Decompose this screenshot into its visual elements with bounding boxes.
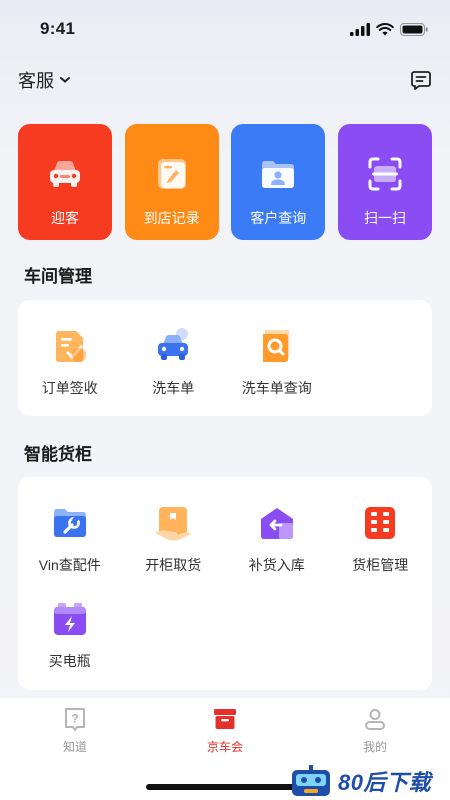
tab-label: 我的 (362, 740, 387, 754)
status-bar: 9:41 (0, 0, 450, 58)
battery-icon (50, 599, 90, 639)
workshop-section-title: 车间管理 (24, 267, 92, 286)
grid-item-label: 开柜取货 (145, 557, 202, 573)
quick-action-label: 扫一扫 (363, 210, 406, 226)
watermark-text: 80后下载 (338, 770, 431, 795)
watermark: 80后下载 (290, 762, 450, 800)
tab-label: 知道 (62, 740, 87, 754)
status-time: 9:41 (40, 19, 76, 38)
service-selector[interactable]: 客服 (18, 67, 71, 93)
tab-zhidao[interactable]: ? 知道 (15, 706, 135, 800)
store-icon (214, 709, 236, 729)
grid-item-label: 洗车单 (152, 380, 195, 396)
car-icon (45, 154, 85, 194)
cabinet-section-title: 智能货柜 (24, 445, 92, 464)
warehouse-in-icon (257, 503, 297, 543)
scan-icon (365, 154, 405, 194)
workshop-panel: 订单签收 洗车单 洗车单查询 (18, 300, 432, 416)
quick-action-label: 客户查询 (250, 210, 307, 226)
quick-action-welcome[interactable]: 迎客 (18, 124, 112, 240)
quick-action-label: 迎客 (51, 210, 79, 226)
quick-action-scan[interactable]: 扫一扫 (337, 124, 432, 240)
grid-item-vin-parts[interactable]: Vin查配件 (18, 503, 122, 599)
note-icon (152, 154, 192, 194)
order-check-icon (50, 326, 90, 366)
battery-status-icon (400, 22, 428, 36)
search-doc-icon (257, 326, 297, 366)
cabinet-panel: Vin查配件 开柜取货 补货入库 货柜管理 买电瓶 (18, 477, 432, 690)
robot-logo-icon (292, 765, 330, 796)
tab-label: 京车会 (206, 740, 243, 754)
wrench-folder-icon (50, 503, 90, 543)
grid-item-buy-battery[interactable]: 买电瓶 (18, 599, 122, 695)
quick-actions: 迎客 到店记录 客户查询 扫一扫 (18, 124, 432, 240)
page-title: 客服 (18, 71, 54, 91)
quick-action-label: 到店记录 (143, 210, 200, 226)
wifi-icon (376, 22, 394, 35)
box-open-icon (153, 503, 193, 543)
grid-item-label: 补货入库 (248, 557, 305, 573)
grid-item-cabinet-management[interactable]: 货柜管理 (329, 503, 433, 599)
quick-action-customer-query[interactable]: 客户查询 (231, 124, 326, 240)
grid-item-car-wash-query[interactable]: 洗车单查询 (225, 326, 329, 422)
grid-item-restock[interactable]: 补货入库 (225, 503, 329, 599)
svg-text:?: ? (71, 712, 78, 726)
grid-item-label: 订单签收 (41, 380, 98, 396)
grid-item-order-signoff[interactable]: 订单签收 (18, 326, 122, 422)
grid-item-car-wash[interactable]: 洗车单 (122, 326, 226, 422)
grid-item-label: 买电瓶 (48, 653, 91, 669)
home-indicator (146, 784, 304, 790)
signal-icon (350, 22, 370, 36)
folder-user-icon (258, 154, 298, 194)
question-icon: ? (65, 708, 85, 731)
quick-action-visit-records[interactable]: 到店记录 (124, 124, 219, 240)
cabinet-grid-icon (360, 503, 400, 543)
car-wash-icon (153, 326, 193, 366)
header: 客服 (0, 62, 450, 98)
chevron-down-icon (60, 77, 70, 83)
grid-item-label: 货柜管理 (352, 557, 409, 573)
grid-item-open-cabinet-pickup[interactable]: 开柜取货 (122, 503, 226, 599)
grid-item-label: 洗车单查询 (241, 380, 312, 396)
grid-item-label: Vin查配件 (38, 557, 101, 573)
user-icon (365, 709, 385, 730)
status-icons (350, 22, 428, 36)
message-icon[interactable] (410, 69, 432, 91)
